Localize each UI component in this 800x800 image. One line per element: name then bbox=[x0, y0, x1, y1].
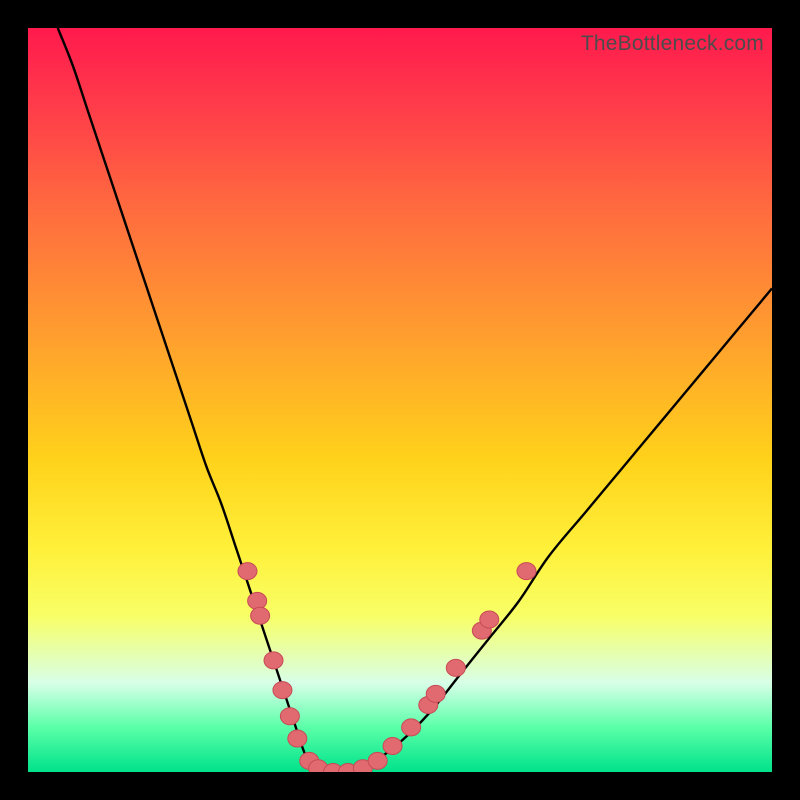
curve-marker bbox=[383, 737, 402, 754]
chart-frame: TheBottleneck.com bbox=[0, 0, 800, 800]
curve-marker bbox=[446, 659, 465, 676]
bottleneck-curve-path bbox=[58, 28, 772, 772]
curve-marker bbox=[251, 607, 270, 624]
curve-marker bbox=[288, 730, 307, 747]
curve-marker bbox=[402, 719, 421, 736]
curve-marker bbox=[517, 563, 536, 580]
curve-marker bbox=[248, 592, 267, 609]
marker-group bbox=[238, 563, 536, 772]
plot-area: TheBottleneck.com bbox=[28, 28, 772, 772]
curve-marker bbox=[273, 682, 292, 699]
curve-marker bbox=[280, 708, 299, 725]
curve-marker bbox=[238, 563, 257, 580]
chart-svg bbox=[28, 28, 772, 772]
curve-marker bbox=[426, 685, 445, 702]
curve-marker bbox=[480, 611, 499, 628]
curve-marker bbox=[368, 752, 387, 769]
curve-marker bbox=[264, 652, 283, 669]
